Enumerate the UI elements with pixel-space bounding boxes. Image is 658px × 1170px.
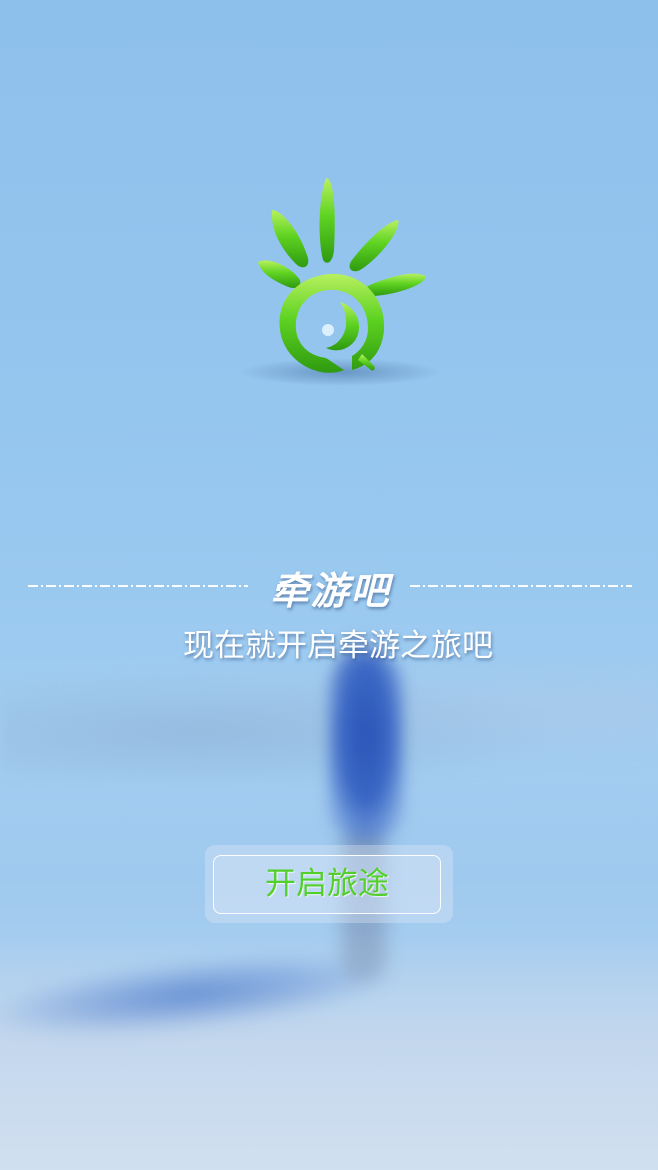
slogan-text: 现在就开启牵游之旅吧 bbox=[183, 628, 493, 664]
brand-title-row: 牵游吧 bbox=[0, 558, 658, 614]
divider-right bbox=[410, 585, 632, 587]
start-journey-button[interactable]: 开启旅途 bbox=[213, 855, 441, 914]
brand-title: 牵游吧 bbox=[270, 568, 391, 613]
sun-eye-logo-icon bbox=[240, 178, 440, 386]
divider-left bbox=[28, 585, 248, 587]
app-logo bbox=[230, 170, 440, 420]
background-figure bbox=[328, 650, 404, 840]
splash-screen: 牵游吧 现在就开启牵游之旅吧 开启旅途 bbox=[0, 0, 658, 1170]
